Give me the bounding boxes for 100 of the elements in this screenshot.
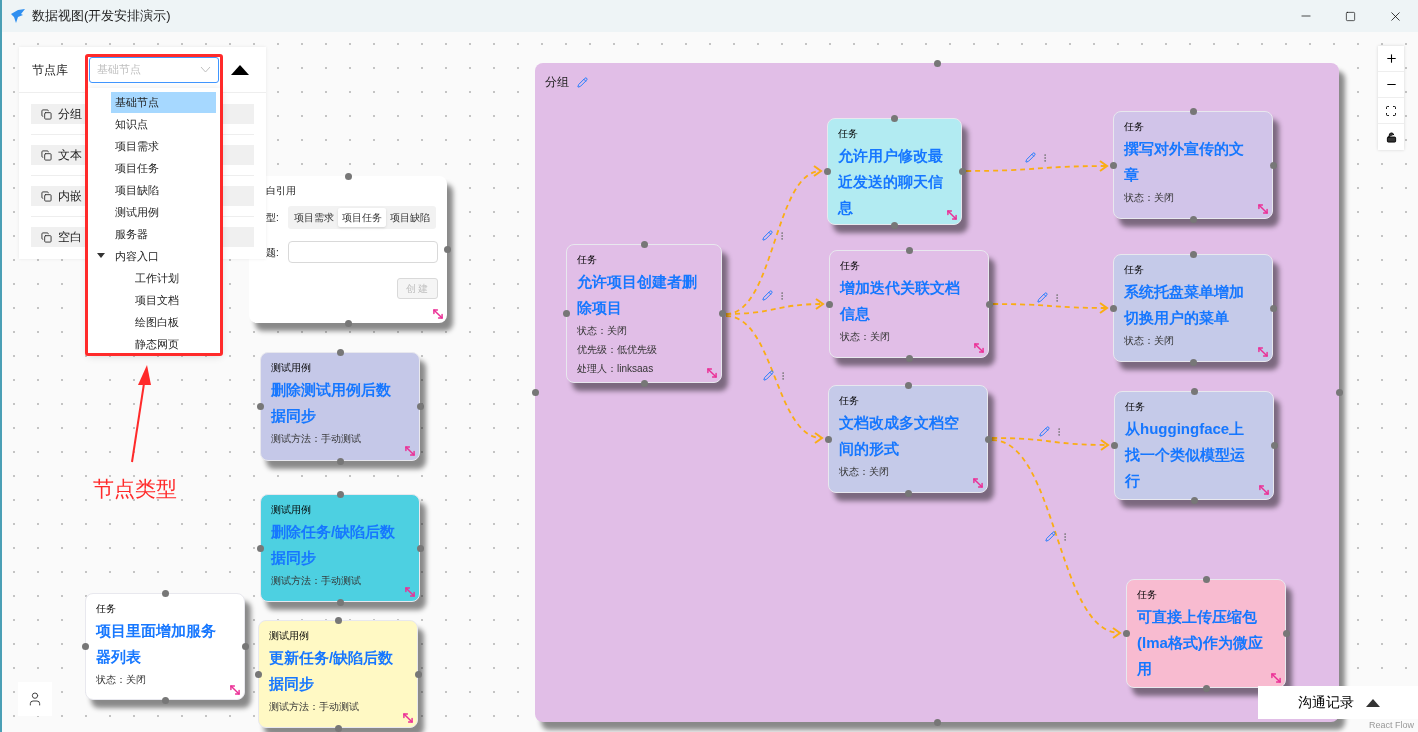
dropdown-option[interactable]: 静态网页 bbox=[131, 333, 216, 354]
connection-handle[interactable] bbox=[336, 348, 344, 356]
connection-handle[interactable] bbox=[1190, 387, 1198, 395]
edit-icon[interactable] bbox=[762, 290, 773, 301]
connection-handle[interactable] bbox=[416, 403, 424, 410]
resize-icon[interactable] bbox=[1257, 483, 1271, 497]
connection-handle[interactable] bbox=[1202, 575, 1210, 583]
dropdown-option[interactable]: 项目需求 bbox=[111, 135, 216, 157]
task-card[interactable]: 任务 系统托盘菜单增加切换用户的菜单 状态：关闭 bbox=[1113, 254, 1273, 362]
connection-handle[interactable] bbox=[334, 724, 342, 732]
connection-handle[interactable] bbox=[891, 221, 898, 229]
connection-handle[interactable] bbox=[336, 598, 344, 606]
dropdown-option[interactable]: 绘图白板 bbox=[131, 311, 216, 333]
connection-handle[interactable] bbox=[256, 544, 264, 552]
collapse-triangle-icon[interactable] bbox=[231, 64, 249, 75]
connection-handle[interactable] bbox=[256, 403, 264, 410]
comm-record-panel[interactable]: 沟通记录 bbox=[1258, 686, 1418, 719]
test-case-card[interactable]: 测试用例 删除测试用例后数据同步 测试方法：手动测试 bbox=[260, 352, 420, 461]
connection-handle[interactable] bbox=[254, 670, 262, 678]
type-tab[interactable]: 项目任务 bbox=[338, 208, 386, 227]
edit-icon[interactable] bbox=[1025, 152, 1036, 163]
resize-icon[interactable] bbox=[403, 585, 417, 599]
connection-handle[interactable] bbox=[1122, 630, 1130, 637]
connection-handle[interactable] bbox=[344, 172, 352, 180]
edit-icon[interactable] bbox=[1045, 531, 1056, 542]
connection-handle[interactable] bbox=[416, 544, 424, 552]
connection-handle[interactable] bbox=[904, 489, 912, 497]
task-card[interactable]: 任务 撰写对外宣传的文章 状态：关闭 bbox=[1113, 111, 1273, 219]
dropdown-option[interactable]: 项目缺陷 bbox=[111, 179, 216, 201]
connection-handle[interactable] bbox=[336, 490, 344, 498]
resize-icon[interactable] bbox=[403, 444, 417, 458]
connection-handle[interactable] bbox=[161, 696, 169, 704]
connection-handle[interactable] bbox=[1270, 442, 1278, 449]
task-card[interactable]: 任务 允许项目创建者删除项目 状态：关闭 优先级：低优先级 处理人：linksaas bbox=[566, 244, 722, 383]
type-tab[interactable]: 项目缺陷 bbox=[386, 208, 434, 227]
dropdown-option[interactable]: 项目任务 bbox=[111, 157, 216, 179]
connection-handle[interactable] bbox=[985, 300, 993, 308]
dropdown-option[interactable]: 测试用例 bbox=[111, 201, 216, 223]
connection-handle[interactable] bbox=[241, 643, 249, 650]
connection-handle[interactable] bbox=[443, 246, 451, 253]
edit-icon[interactable] bbox=[763, 370, 774, 381]
resize-icon[interactable] bbox=[971, 476, 985, 490]
edit-icon[interactable] bbox=[1037, 292, 1048, 303]
edit-icon[interactable] bbox=[1039, 426, 1050, 437]
resize-icon[interactable] bbox=[705, 366, 719, 380]
connection-handle[interactable] bbox=[1109, 304, 1117, 312]
connection-handle[interactable] bbox=[1190, 496, 1198, 504]
connection-handle[interactable] bbox=[1189, 250, 1197, 258]
test-case-card[interactable]: 测试用例 删除任务/缺陷后数据同步 测试方法：手动测试 bbox=[260, 494, 420, 602]
connection-handle[interactable] bbox=[531, 389, 539, 396]
connection-handle[interactable] bbox=[825, 300, 833, 308]
connection-handle[interactable] bbox=[1189, 358, 1197, 366]
task-card[interactable]: 任务 增加迭代关联文档信息 状态：关闭 bbox=[829, 250, 989, 358]
connection-handle[interactable] bbox=[640, 379, 648, 387]
connection-handle[interactable] bbox=[414, 670, 422, 678]
connection-handle[interactable] bbox=[905, 354, 913, 362]
connection-handle[interactable] bbox=[336, 457, 344, 465]
resize-icon[interactable] bbox=[431, 307, 445, 321]
resize-icon[interactable] bbox=[228, 683, 242, 697]
test-case-card[interactable]: 测试用例 更新任务/缺陷后数据同步 测试方法：手动测试 bbox=[258, 620, 418, 728]
task-card[interactable]: 任务 文档改成多文档空间的形式 状态：关闭 bbox=[828, 385, 988, 493]
user-button[interactable] bbox=[18, 682, 52, 716]
connection-handle[interactable] bbox=[958, 168, 966, 175]
edit-icon[interactable] bbox=[762, 230, 773, 241]
connection-handle[interactable] bbox=[1189, 215, 1197, 223]
connection-handle[interactable] bbox=[984, 435, 992, 443]
title-input-field[interactable] bbox=[288, 241, 438, 263]
connection-handle[interactable] bbox=[344, 319, 352, 327]
resize-icon[interactable] bbox=[401, 711, 415, 725]
connection-handle[interactable] bbox=[161, 589, 169, 597]
dropdown-option[interactable]: 内容入口 bbox=[111, 245, 216, 267]
connection-handle[interactable] bbox=[1335, 389, 1343, 396]
task-card[interactable]: 任务 允许用户修改最近发送的聊天信息 bbox=[827, 118, 962, 225]
resize-icon[interactable] bbox=[1256, 202, 1270, 216]
connection-handle[interactable] bbox=[81, 643, 89, 650]
dropdown-option[interactable]: 服务器 bbox=[111, 223, 216, 245]
type-tab[interactable]: 项目需求 bbox=[290, 208, 338, 227]
connection-handle[interactable] bbox=[1282, 630, 1290, 637]
connection-handle[interactable] bbox=[1109, 161, 1117, 169]
task-card[interactable]: 任务 从huggingface上找一个类似模型运行 bbox=[1114, 391, 1274, 500]
task-card[interactable]: 任务 项目里面增加服务器列表 状态：关闭 bbox=[85, 593, 245, 700]
resize-icon[interactable] bbox=[1256, 345, 1270, 359]
dropdown-option[interactable]: 基础节点 bbox=[111, 91, 216, 113]
connection-handle[interactable] bbox=[824, 435, 832, 443]
connection-handle[interactable] bbox=[1202, 684, 1210, 692]
connection-handle[interactable] bbox=[891, 114, 898, 122]
tree-caret-icon[interactable] bbox=[97, 253, 105, 258]
connection-handle[interactable] bbox=[904, 381, 912, 389]
connection-handle[interactable] bbox=[1110, 442, 1118, 449]
connection-handle[interactable] bbox=[905, 246, 913, 254]
connection-handle[interactable] bbox=[640, 240, 648, 248]
resize-icon[interactable] bbox=[972, 341, 986, 355]
resize-icon[interactable] bbox=[1269, 671, 1283, 685]
connection-handle[interactable] bbox=[562, 310, 570, 317]
connection-handle[interactable] bbox=[933, 59, 941, 67]
connection-handle[interactable] bbox=[718, 310, 726, 317]
dropdown-option[interactable]: 知识点 bbox=[111, 113, 216, 135]
connection-handle[interactable] bbox=[823, 168, 831, 175]
connection-handle[interactable] bbox=[1269, 304, 1277, 312]
connection-handle[interactable] bbox=[1189, 107, 1197, 115]
